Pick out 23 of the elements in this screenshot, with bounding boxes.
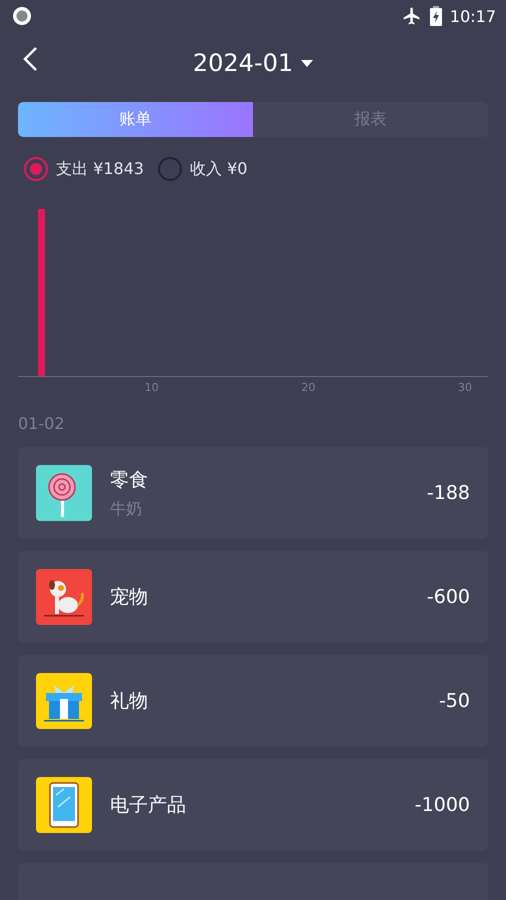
category-name: 礼物 bbox=[110, 689, 148, 714]
record-amount: -50 bbox=[438, 690, 470, 712]
record-amount: -188 bbox=[426, 482, 470, 504]
type-filter[interactable]: 收入 ¥0 bbox=[158, 157, 248, 181]
filter-label: 收入 ¥0 bbox=[190, 158, 248, 180]
date-heading: 01-02 bbox=[18, 414, 66, 433]
record-card[interactable]: 零食 牛奶 -188 bbox=[18, 447, 488, 539]
record-amount: -600 bbox=[426, 586, 470, 608]
category-name: 零食 bbox=[110, 468, 148, 492]
record-card[interactable]: 宠物 -600 bbox=[18, 551, 488, 643]
filter-label: 支出 ¥1843 bbox=[56, 158, 144, 180]
record-note: 牛奶 bbox=[110, 498, 142, 520]
month-picker[interactable]: 2024-01 bbox=[192, 49, 314, 77]
status-time: 10:17 bbox=[450, 6, 496, 26]
axis-tick-label: 30 bbox=[458, 381, 472, 394]
record-card[interactable]: 礼物 -50 bbox=[18, 655, 488, 747]
axis-tick-label: 20 bbox=[301, 381, 316, 394]
record-card[interactable]: 电子产品 -1000 bbox=[18, 759, 488, 851]
category-name: 宠物 bbox=[110, 585, 148, 610]
axis-tick-label: 10 bbox=[144, 381, 159, 394]
type-filter[interactable]: 支出 ¥1843 bbox=[24, 157, 144, 181]
record-amount: -1000 bbox=[414, 794, 470, 816]
category-name: 电子产品 bbox=[110, 793, 186, 818]
